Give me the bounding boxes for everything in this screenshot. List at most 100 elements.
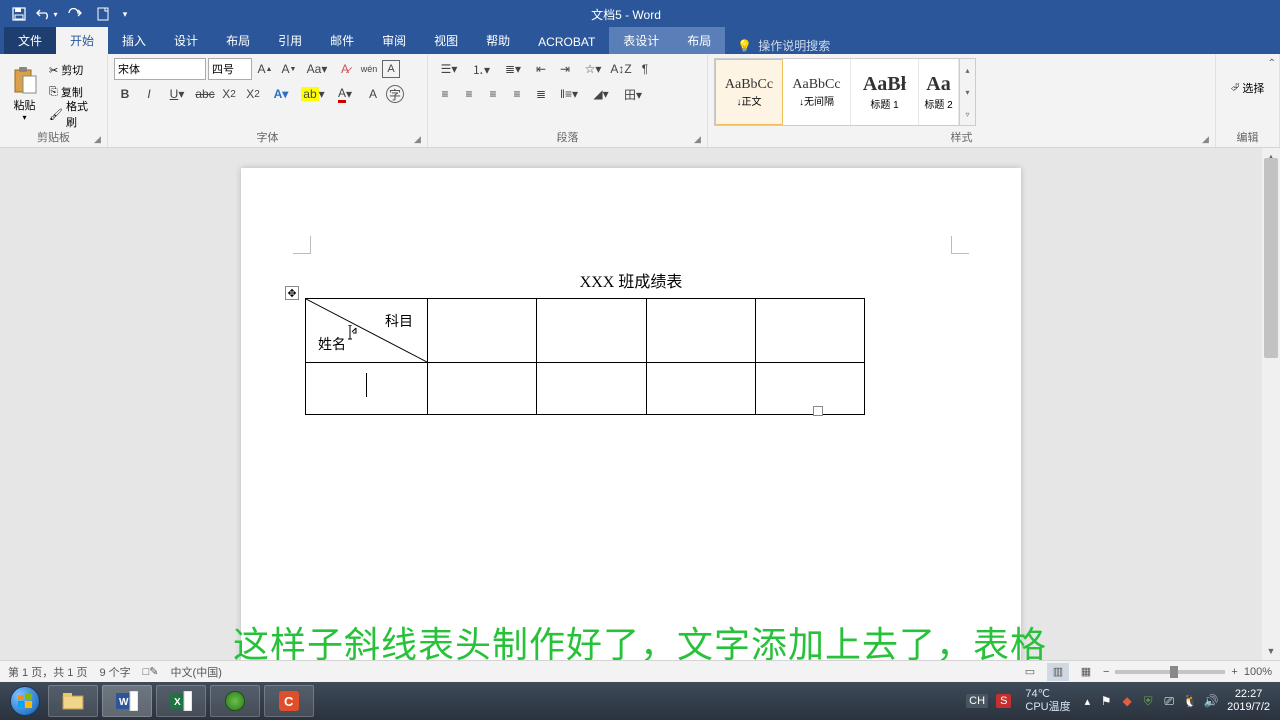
sort-button[interactable]: A↕Z bbox=[610, 58, 632, 80]
status-word-count[interactable]: 9 个字 bbox=[99, 664, 130, 680]
scroll-down-button[interactable]: ▼ bbox=[1262, 642, 1280, 660]
tab-layout[interactable]: 布局 bbox=[212, 27, 264, 54]
multilevel-button[interactable]: ≣▾ bbox=[498, 58, 528, 80]
view-read-button[interactable]: ▭ bbox=[1019, 663, 1041, 681]
qat-undo-button[interactable]: ▾ bbox=[34, 2, 60, 26]
shrink-font-button[interactable]: A▼ bbox=[278, 58, 300, 80]
bold-button[interactable]: B bbox=[114, 83, 136, 105]
tab-review[interactable]: 审阅 bbox=[368, 27, 420, 54]
diagonal-header-cell[interactable]: 科目 姓名 bbox=[306, 299, 428, 363]
enclose-char-button[interactable]: 字 bbox=[386, 85, 404, 103]
ime-mode[interactable]: S bbox=[996, 694, 1011, 708]
clear-format-button[interactable]: A̷ bbox=[334, 58, 356, 80]
temperature-widget[interactable]: 74℃ CPU温度 bbox=[1019, 688, 1076, 714]
qat-customize-button[interactable]: ▾ bbox=[118, 2, 132, 26]
highlight-button[interactable]: ab▾ bbox=[298, 83, 328, 105]
tray-qq-icon[interactable]: 🐧 bbox=[1182, 693, 1198, 709]
paste-button[interactable]: 粘贴 ▾ bbox=[6, 58, 43, 128]
tab-home[interactable]: 开始 bbox=[56, 27, 108, 54]
style-heading2[interactable]: Aa标题 2 bbox=[919, 59, 959, 125]
zoom-slider[interactable] bbox=[1115, 670, 1225, 674]
distribute-button[interactable]: ≣ bbox=[530, 83, 552, 105]
style-expand[interactable]: ▴▾▿ bbox=[959, 59, 975, 125]
taskbar-browser-button[interactable] bbox=[210, 685, 260, 717]
font-size-select[interactable] bbox=[208, 58, 252, 80]
styles-dialog-launcher[interactable]: ◢ bbox=[1202, 134, 1212, 144]
superscript-button[interactable]: X2 bbox=[242, 83, 264, 105]
start-button[interactable] bbox=[4, 684, 46, 718]
taskbar-explorer-button[interactable] bbox=[48, 685, 98, 717]
table-title[interactable]: XXX 班成绩表 bbox=[301, 268, 961, 292]
table-cell[interactable] bbox=[755, 299, 864, 363]
table-cell[interactable] bbox=[646, 363, 755, 415]
tab-help[interactable]: 帮助 bbox=[472, 27, 524, 54]
status-page[interactable]: 第 1 页，共 1 页 bbox=[8, 664, 87, 680]
header-name[interactable]: 姓名 bbox=[318, 334, 346, 354]
scroll-thumb[interactable] bbox=[1264, 158, 1278, 358]
phonetic-button[interactable]: wén bbox=[358, 58, 380, 80]
decrease-indent-button[interactable]: ⇤ bbox=[530, 58, 552, 80]
table-row[interactable]: 科目 姓名 bbox=[306, 299, 865, 363]
tray-security-icon[interactable]: ◆ bbox=[1119, 693, 1135, 709]
font-dialog-launcher[interactable]: ◢ bbox=[414, 134, 424, 144]
vertical-scrollbar[interactable]: ▲ ▼ bbox=[1262, 148, 1280, 660]
borders-button[interactable]: 田▾ bbox=[618, 83, 648, 105]
grow-font-button[interactable]: A▲ bbox=[254, 58, 276, 80]
status-spellcheck-icon[interactable]: □✎ bbox=[143, 665, 159, 678]
cut-button[interactable]: ✂剪切 bbox=[47, 60, 97, 80]
tray-volume-icon[interactable]: 🔊 bbox=[1203, 693, 1219, 709]
document-area[interactable]: XXX 班成绩表 ✥ 科目 姓名 bbox=[0, 148, 1262, 660]
table-resize-handle[interactable] bbox=[813, 406, 823, 416]
document-table[interactable]: 科目 姓名 bbox=[305, 298, 865, 415]
qat-save-button[interactable] bbox=[6, 2, 32, 26]
increase-indent-button[interactable]: ⇥ bbox=[554, 58, 576, 80]
style-gallery[interactable]: AaBbCc↓正文 AaBbCc↓无间隔 AaBł标题 1 Aa标题 2 ▴▾▿ bbox=[714, 58, 976, 126]
zoom-out-button[interactable]: − bbox=[1103, 666, 1109, 678]
format-painter-button[interactable]: 🖌格式刷 bbox=[47, 104, 97, 124]
align-left-button[interactable]: ≡ bbox=[434, 83, 456, 105]
paragraph-dialog-launcher[interactable]: ◢ bbox=[694, 134, 704, 144]
strikethrough-button[interactable]: abc bbox=[194, 83, 216, 105]
status-language[interactable]: 中文(中国) bbox=[171, 664, 222, 680]
table-cell[interactable] bbox=[306, 363, 428, 415]
style-heading1[interactable]: AaBł标题 1 bbox=[851, 59, 919, 125]
text-effects-button[interactable]: A▾ bbox=[266, 83, 296, 105]
tell-me-search[interactable]: 💡 操作说明搜索 bbox=[725, 37, 842, 54]
table-move-handle[interactable]: ✥ bbox=[285, 286, 299, 300]
style-normal[interactable]: AaBbCc↓正文 bbox=[715, 59, 783, 125]
tab-insert[interactable]: 插入 bbox=[108, 27, 160, 54]
qat-new-button[interactable] bbox=[90, 2, 116, 26]
align-right-button[interactable]: ≡ bbox=[482, 83, 504, 105]
table-cell[interactable] bbox=[428, 363, 537, 415]
font-color-button[interactable]: A▾ bbox=[330, 83, 360, 105]
tab-acrobat[interactable]: ACROBAT bbox=[524, 30, 609, 54]
line-spacing-button[interactable]: ‖≡▾ bbox=[554, 83, 584, 105]
taskbar-clock[interactable]: 22:27 2019/7/2 bbox=[1227, 688, 1270, 714]
zoom-level[interactable]: 100% bbox=[1244, 666, 1272, 678]
taskbar-excel-button[interactable]: X bbox=[156, 685, 206, 717]
tray-expand-button[interactable]: ▴ bbox=[1085, 695, 1091, 708]
collapse-ribbon-button[interactable]: ⌃ bbox=[1268, 58, 1276, 69]
clipboard-dialog-launcher[interactable]: ◢ bbox=[94, 134, 104, 144]
circled-char-button[interactable]: A bbox=[362, 83, 384, 105]
italic-button[interactable]: I bbox=[138, 83, 160, 105]
table-cell[interactable] bbox=[537, 363, 646, 415]
tab-references[interactable]: 引用 bbox=[264, 27, 316, 54]
tray-flag-icon[interactable]: ⚑ bbox=[1098, 693, 1114, 709]
bullets-button[interactable]: ☰▾ bbox=[434, 58, 464, 80]
underline-button[interactable]: U▾ bbox=[162, 83, 192, 105]
table-row[interactable] bbox=[306, 363, 865, 415]
numbering-button[interactable]: ⒈▾ bbox=[466, 58, 496, 80]
border-char-button[interactable]: A bbox=[382, 60, 400, 78]
shading-button[interactable]: ◢▾ bbox=[586, 83, 616, 105]
subscript-button[interactable]: X2 bbox=[218, 83, 240, 105]
style-no-spacing[interactable]: AaBbCc↓无间隔 bbox=[783, 59, 851, 125]
taskbar-word-button[interactable]: W bbox=[102, 685, 152, 717]
page[interactable]: XXX 班成绩表 ✥ 科目 姓名 bbox=[241, 168, 1021, 660]
select-button[interactable]: ⮰选择 bbox=[1229, 78, 1267, 98]
tray-network-icon[interactable]: ⎚ bbox=[1161, 693, 1177, 709]
taskbar-camtasia-button[interactable]: C bbox=[264, 685, 314, 717]
show-marks-button[interactable]: ¶ bbox=[634, 58, 656, 80]
tab-file[interactable]: 文件 bbox=[4, 27, 56, 54]
view-web-button[interactable]: ▦ bbox=[1075, 663, 1097, 681]
